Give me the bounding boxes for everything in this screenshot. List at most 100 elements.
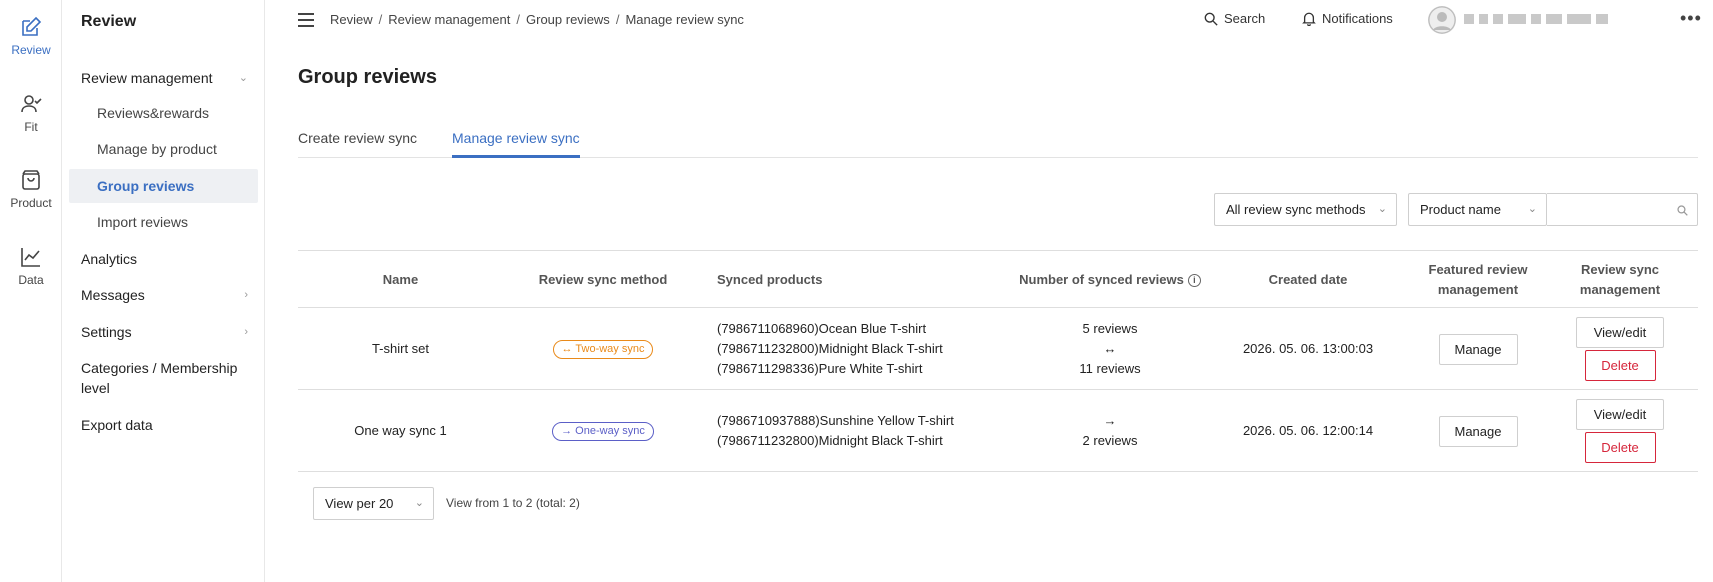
sidebar-item-review-management[interactable]: Review management ⌄ xyxy=(69,61,258,95)
rail-item-product[interactable]: Product xyxy=(0,168,62,210)
sidebar-item-messages[interactable]: Messages › xyxy=(69,278,258,312)
rail-label: Data xyxy=(18,273,44,287)
col-header-featured-line1: Featured review xyxy=(1428,262,1528,277)
count-top: 5 reviews xyxy=(1082,321,1138,336)
count-bottom: 2 reviews xyxy=(1082,433,1138,448)
breadcrumb-item[interactable]: Review management xyxy=(388,12,510,27)
review-sync-table: Name Review sync method Synced products … xyxy=(298,250,1698,472)
synced-product: (7986711232800)Midnight Black T-shirt xyxy=(717,433,943,448)
sidebar-item-label: Import reviews xyxy=(97,214,189,230)
col-header-sync-line2: management xyxy=(1579,282,1661,297)
one-way-sync-badge: → One-way sync xyxy=(552,421,654,441)
search-label: Search xyxy=(1224,11,1266,26)
col-header-count: Number of synced reviews i xyxy=(1010,251,1210,309)
top-header: Review / Review management / Group reviews / M… xyxy=(266,0,1713,42)
sidebar-item-import-reviews[interactable]: Import reviews xyxy=(69,205,258,239)
sidebar-item-settings[interactable]: Settings › xyxy=(69,315,258,349)
line-chart-icon xyxy=(21,248,40,267)
breadcrumb-item[interactable]: Review xyxy=(330,12,373,27)
row-method: ↔ Two-way sync xyxy=(508,308,698,390)
rail-label: Fit xyxy=(24,120,38,134)
info-icon[interactable]: i xyxy=(1187,273,1201,287)
row-name: T-shirt set xyxy=(371,341,430,356)
sidebar-item-label: Settings xyxy=(81,324,132,340)
row-count: 5 reviews ↔ 11 reviews xyxy=(1010,308,1210,390)
sidebar-item-group-reviews[interactable]: Group reviews xyxy=(69,169,258,203)
row-count: → 2 reviews xyxy=(1010,390,1210,472)
view-edit-button[interactable]: View/edit xyxy=(1576,399,1664,430)
tab-create-review-sync[interactable]: Create review sync xyxy=(298,130,417,158)
rail-item-review[interactable]: Review xyxy=(0,15,62,57)
sidebar-item-analytics[interactable]: Analytics xyxy=(69,242,258,276)
chevron-down-icon: ⌄ xyxy=(414,497,424,509)
sidebar-title: Review xyxy=(81,13,137,30)
row-products: (7986710937888)Sunshine Yellow T-shirt (… xyxy=(717,390,1017,472)
synced-product: (7986711298336)Pure White T-shirt xyxy=(717,361,923,376)
chevron-right-icon: › xyxy=(244,289,248,301)
blurred-user-name xyxy=(1464,10,1642,25)
search-icon xyxy=(1677,205,1688,216)
sidebar-item-categories[interactable]: Categories / Membership level xyxy=(69,358,255,398)
manage-button[interactable]: Manage xyxy=(1438,415,1518,447)
rail-label: Review xyxy=(11,43,51,57)
row-created: 2026. 05. 06. 12:00:14 xyxy=(1242,423,1374,438)
search-field-select[interactable]: Product name ⌄ xyxy=(1408,193,1547,226)
sidebar-item-reviews-rewards[interactable]: Reviews&rewards xyxy=(69,96,258,130)
sidebar-item-label: Categories / Membership level xyxy=(81,360,238,396)
view-edit-button[interactable]: View/edit xyxy=(1576,317,1664,348)
header-search-button[interactable]: Search xyxy=(1204,11,1265,26)
chevron-down-icon: ⌄ xyxy=(1527,203,1537,215)
per-page-select[interactable]: View per 20 ⌄ xyxy=(313,487,434,520)
col-header-sync-line1: Review sync xyxy=(1580,262,1660,277)
rail-item-fit[interactable]: Fit xyxy=(0,92,62,134)
synced-product: (7986711232800)Midnight Black T-shirt xyxy=(717,341,943,356)
col-header-sync: Review sync management xyxy=(1550,251,1690,309)
table-row: One way sync 1 → One-way sync (798671093… xyxy=(298,390,1698,472)
one-way-arrow-icon: → xyxy=(1103,413,1117,428)
tab-bar: Create review sync Manage review sync xyxy=(298,122,1698,158)
notifications-button[interactable]: Notifications xyxy=(1302,11,1393,27)
user-check-icon xyxy=(21,95,42,113)
breadcrumb-item: Manage review sync xyxy=(625,12,744,27)
sidebar-item-label: Analytics xyxy=(81,251,138,267)
row-sync-actions: View/edit Delete xyxy=(1550,390,1690,472)
sidebar: Review Review management ⌄ Reviews&rewar… xyxy=(62,0,265,582)
two-way-sync-badge: ↔ Two-way sync xyxy=(552,339,654,359)
sidebar-item-label: Group reviews xyxy=(97,178,195,194)
row-products: (7986711068960)Ocean Blue T-shirt (79867… xyxy=(717,308,1017,390)
pagination-info: View from 1 to 2 (total: 2) xyxy=(446,496,580,510)
tab-manage-review-sync[interactable]: Manage review sync xyxy=(452,130,580,158)
row-method: → One-way sync xyxy=(508,390,698,472)
two-way-arrow-icon: ↔ xyxy=(1103,341,1117,356)
sidebar-item-label: Manage by product xyxy=(97,141,217,157)
col-header-featured: Featured review management xyxy=(1408,251,1548,309)
row-name: One way sync 1 xyxy=(354,423,447,438)
rail-item-data[interactable]: Data xyxy=(0,245,62,287)
col-header-name: Name xyxy=(382,272,419,287)
row-featured: Manage xyxy=(1408,390,1548,472)
sidebar-item-label: Review management xyxy=(81,70,213,86)
chevron-down-icon: ⌄ xyxy=(238,72,248,84)
sync-method-select[interactable]: All review sync methods ⌄ xyxy=(1214,193,1397,226)
select-value: All review sync methods xyxy=(1226,202,1366,217)
avatar[interactable] xyxy=(1428,6,1456,34)
col-header-method: Review sync method xyxy=(538,272,668,287)
menu-icon[interactable] xyxy=(298,13,314,27)
delete-button[interactable]: Delete xyxy=(1584,350,1656,381)
table-header: Name Review sync method Synced products … xyxy=(298,250,1698,308)
chevron-right-icon: › xyxy=(244,326,248,338)
more-options-icon[interactable]: ••• xyxy=(1680,8,1702,29)
manage-button[interactable]: Manage xyxy=(1438,333,1518,365)
breadcrumb: Review / Review management / Group reviews / M… xyxy=(330,12,744,27)
search-input[interactable] xyxy=(1547,193,1698,226)
sidebar-item-export-data[interactable]: Export data xyxy=(69,408,258,442)
breadcrumb-item[interactable]: Group reviews xyxy=(526,12,610,27)
user-avatar-icon xyxy=(1428,6,1456,34)
notifications-label: Notifications xyxy=(1322,11,1393,26)
sidebar-item-manage-by-product[interactable]: Manage by product xyxy=(69,132,258,166)
col-header-products: Synced products xyxy=(717,272,823,287)
search-icon xyxy=(1204,12,1218,26)
delete-button[interactable]: Delete xyxy=(1584,432,1656,463)
edit-icon xyxy=(22,16,42,36)
col-header-featured-line2: management xyxy=(1437,282,1519,297)
